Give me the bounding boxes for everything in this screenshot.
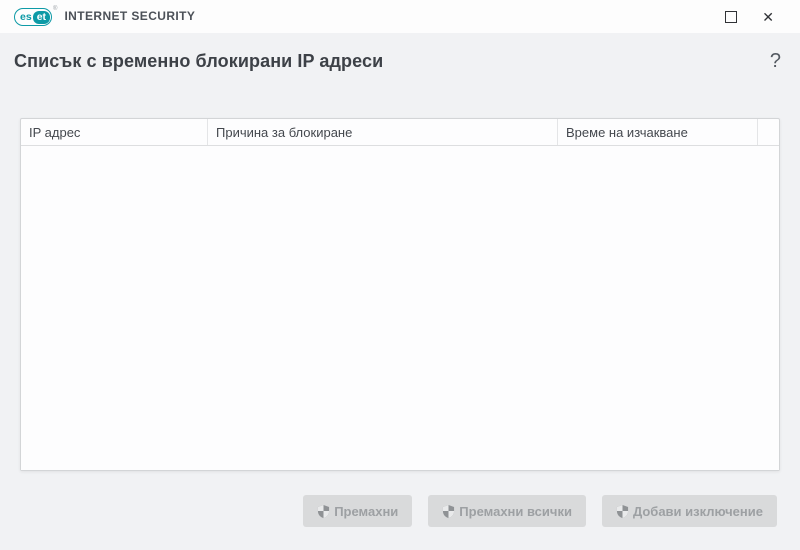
remove-button-label: Премахни bbox=[334, 503, 399, 519]
eset-window: es et ® INTERNET SECURITY ✕ Списък с врем… bbox=[0, 0, 800, 550]
maximize-icon bbox=[725, 10, 738, 23]
page-title: Списък с временно блокирани IP адреси bbox=[14, 51, 384, 71]
help-button[interactable]: ? bbox=[768, 48, 783, 75]
eset-logo-pill: es et bbox=[14, 8, 53, 26]
close-button[interactable]: ✕ bbox=[760, 8, 776, 26]
remove-button[interactable]: Премахни bbox=[303, 495, 413, 527]
column-header-spacer bbox=[758, 119, 779, 145]
column-header-timeout[interactable]: Време на изчакване bbox=[558, 119, 758, 145]
help-icon: ? bbox=[769, 50, 781, 72]
uac-shield-icon bbox=[318, 504, 330, 518]
window-controls: ✕ bbox=[723, 8, 776, 26]
footer-actions: Премахни Премахни всички Добави изключен… bbox=[303, 495, 777, 527]
table-body-empty[interactable] bbox=[21, 146, 779, 470]
add-exception-button-label: Добави изключение bbox=[632, 503, 763, 519]
remove-all-button[interactable]: Премахни всички bbox=[428, 495, 586, 527]
table-header-row: IP адрес Причина за блокиране Време на и… bbox=[21, 119, 779, 146]
column-header-ip-address[interactable]: IP адрес bbox=[21, 119, 208, 145]
uac-shield-icon bbox=[616, 504, 629, 518]
uac-shield-icon bbox=[443, 504, 455, 518]
maximize-button[interactable] bbox=[723, 9, 739, 25]
titlebar: es et ® INTERNET SECURITY ✕ bbox=[0, 0, 800, 33]
eset-logo-et: et bbox=[32, 10, 51, 24]
close-icon: ✕ bbox=[762, 8, 774, 25]
product-name: INTERNET SECURITY bbox=[64, 9, 196, 23]
eset-logo: es et ® INTERNET SECURITY bbox=[14, 6, 196, 26]
remove-all-button-label: Премахни всички bbox=[459, 503, 572, 519]
eset-logo-es: es bbox=[20, 10, 32, 23]
add-exception-button[interactable]: Добави изключение bbox=[601, 495, 777, 527]
blocked-ip-table: IP адрес Причина за блокиране Време на и… bbox=[20, 118, 780, 471]
column-header-block-reason[interactable]: Причина за блокиране bbox=[208, 119, 558, 145]
trademark-icon: ® bbox=[53, 6, 58, 12]
